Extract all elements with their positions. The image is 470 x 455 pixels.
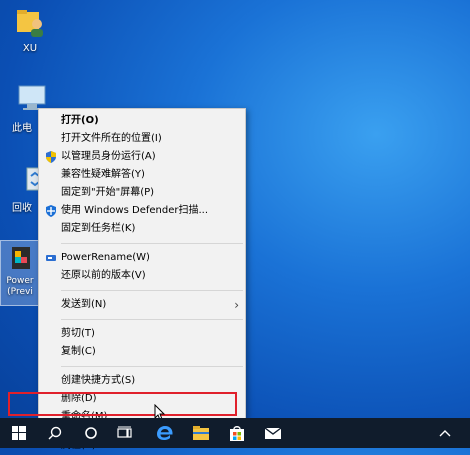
highlight-box <box>8 392 237 416</box>
mail-button[interactable] <box>258 418 288 448</box>
menu-item-restore-previous[interactable]: 还原以前的版本(V) <box>39 267 245 285</box>
edge-icon <box>157 426 173 440</box>
edge-button[interactable] <box>150 418 180 448</box>
defender-icon <box>46 205 56 217</box>
store-button[interactable] <box>222 418 252 448</box>
chevron-right-icon: › <box>234 298 239 312</box>
menu-item-label: 固定到"开始"屏幕(P) <box>61 187 155 198</box>
menu-item-open-file-location[interactable]: 打开文件所在的位置(I) <box>39 130 245 148</box>
menu-item-copy[interactable]: 复制(C) <box>39 343 245 361</box>
cortana-button[interactable] <box>76 418 106 448</box>
menu-item-send-to[interactable]: 发送到(N) › <box>39 296 245 314</box>
menu-item-defender-scan[interactable]: 使用 Windows Defender扫描... <box>39 202 245 220</box>
store-icon <box>230 426 244 441</box>
desktop-icon-label: Power (Previ <box>6 276 34 297</box>
menu-item-label: 还原以前的版本(V) <box>61 270 146 281</box>
menu-item-run-as-admin[interactable]: 以管理员身份运行(A) <box>39 148 245 166</box>
chevron-up-icon <box>439 430 451 437</box>
menu-item-pin-to-start[interactable]: 固定到"开始"屏幕(P) <box>39 184 245 202</box>
desktop-icon-label: XU <box>22 43 38 54</box>
desktop-icon-user-folder[interactable]: XU <box>14 6 46 54</box>
desktop-icon-powertoys[interactable]: Power (Previ <box>0 240 40 306</box>
menu-item-label: 兼容性疑难解答(Y) <box>61 169 145 180</box>
menu-item-label: 创建快捷方式(S) <box>61 375 136 386</box>
context-menu: 打开(O) 打开文件所在的位置(I) 以管理员身份运行(A) 兼容性疑难解答(Y… <box>38 108 246 451</box>
search-button[interactable] <box>40 418 70 448</box>
powerrename-icon <box>46 255 56 261</box>
tray-overflow-button[interactable] <box>430 418 460 448</box>
user-folder-icon <box>17 10 43 37</box>
menu-item-pin-to-taskbar[interactable]: 固定到任务栏(K) <box>39 220 245 238</box>
menu-item-label: 复制(C) <box>61 346 96 357</box>
menu-item-label: 以管理员身份运行(A) <box>61 151 156 162</box>
menu-separator <box>61 366 243 367</box>
powertoys-icon <box>12 247 30 269</box>
menu-item-cut[interactable]: 剪切(T) <box>39 325 245 343</box>
menu-separator <box>61 243 243 244</box>
menu-item-label: 使用 Windows Defender扫描... <box>61 205 209 216</box>
start-icon <box>12 426 26 440</box>
menu-item-label: PowerRename(W) <box>61 252 150 263</box>
menu-item-label: 固定到任务栏(K) <box>61 223 136 234</box>
menu-item-label: 剪切(T) <box>61 328 95 339</box>
mail-icon <box>264 427 282 439</box>
search-icon <box>48 426 62 440</box>
menu-item-label: 发送到(N) <box>61 299 107 310</box>
menu-item-label: 打开(O) <box>61 115 99 126</box>
task-view-icon <box>117 426 132 438</box>
file-explorer-icon <box>193 426 209 440</box>
cortana-icon <box>85 427 97 439</box>
menu-item-label: 打开文件所在的位置(I) <box>61 133 162 144</box>
menu-item-compatibility[interactable]: 兼容性疑难解答(Y) <box>39 166 245 184</box>
taskbar <box>0 418 470 448</box>
task-view-button[interactable] <box>110 418 140 448</box>
file-explorer-button[interactable] <box>186 418 216 448</box>
menu-separator <box>61 290 243 291</box>
menu-item-open[interactable]: 打开(O) <box>39 112 245 130</box>
shield-icon <box>46 151 56 163</box>
menu-separator <box>61 319 243 320</box>
menu-item-powerrename[interactable]: PowerRename(W) <box>39 249 245 267</box>
start-button[interactable] <box>4 418 34 448</box>
menu-item-create-shortcut[interactable]: 创建快捷方式(S) <box>39 372 245 390</box>
